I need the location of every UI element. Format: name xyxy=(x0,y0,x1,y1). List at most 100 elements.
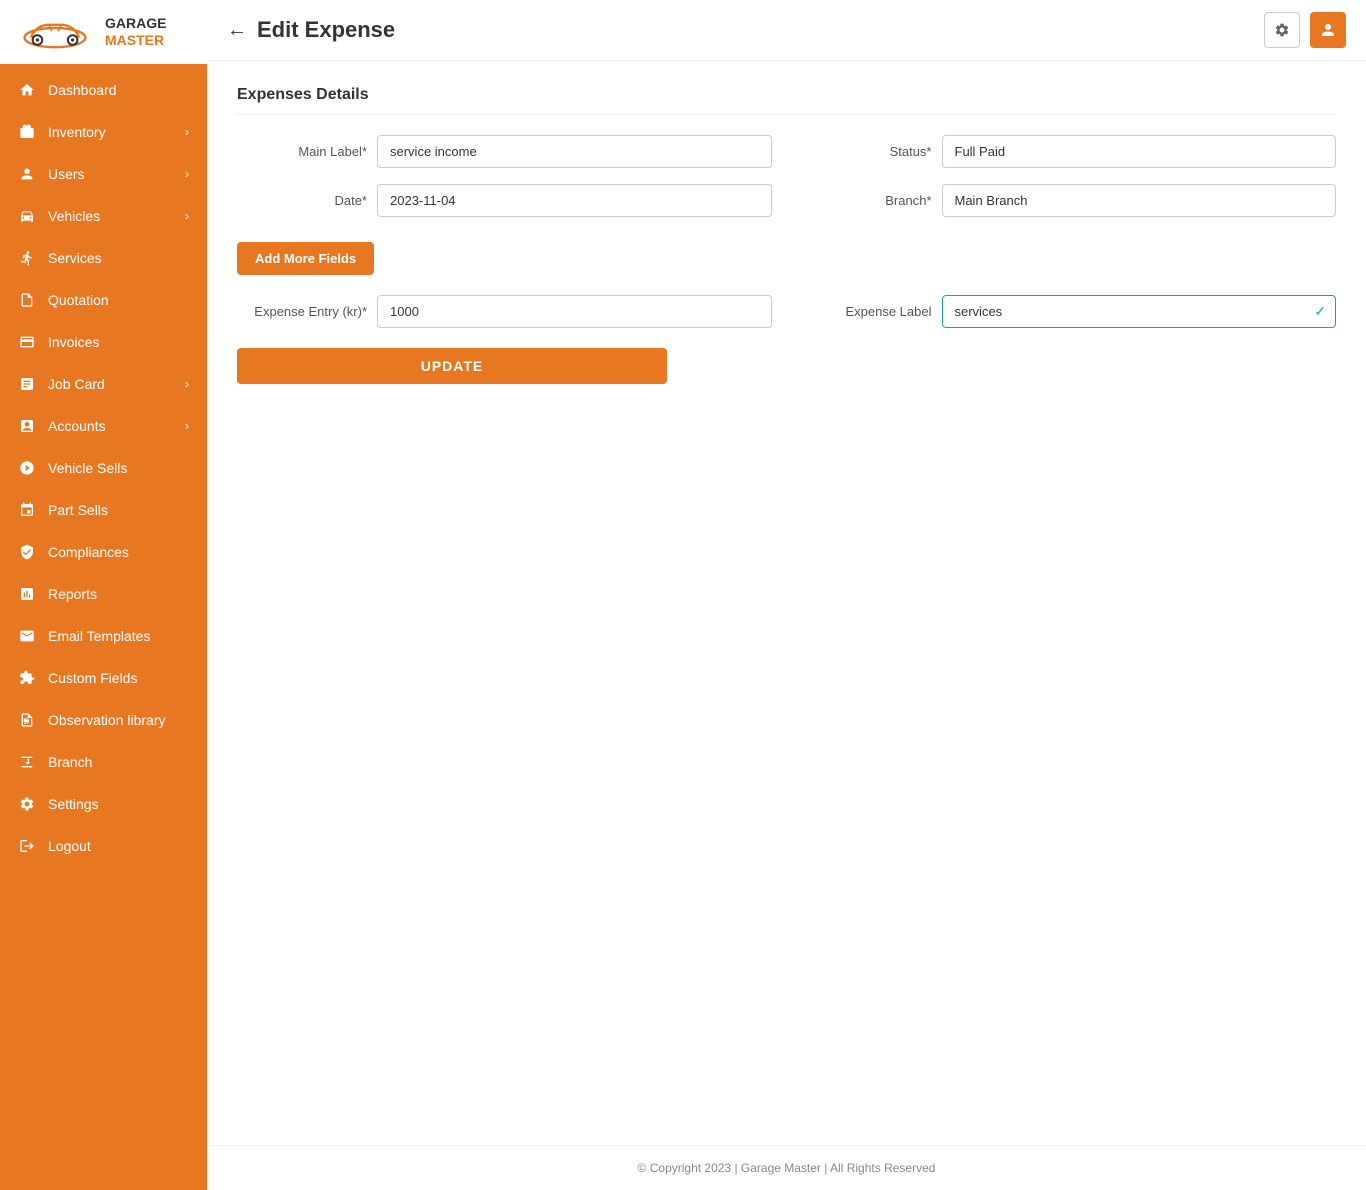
sidebar-item-services[interactable]: Services xyxy=(0,237,207,279)
expense-label-label: Expense Label xyxy=(802,304,932,319)
sidebar-label-email-templates: Email Templates xyxy=(48,628,189,644)
expense-label-select[interactable]: services parts labour other xyxy=(942,295,1337,328)
sidebar-item-email-templates[interactable]: Email Templates xyxy=(0,615,207,657)
sidebar-label-branch: Branch xyxy=(48,754,189,770)
sidebar-item-dashboard[interactable]: Dashboard xyxy=(0,69,207,111)
main-content: ← Edit Expense Expenses Details Main Lab… xyxy=(207,0,1366,1190)
sidebar-label-inventory: Inventory xyxy=(48,124,173,140)
sidebar-item-settings[interactable]: Settings xyxy=(0,783,207,825)
expense-entry-row: Expense Entry (kr)* xyxy=(237,295,772,328)
header-right xyxy=(1264,12,1346,48)
page-header: ← Edit Expense xyxy=(207,0,1366,61)
expense-label-select-wrapper: services parts labour other ✓ xyxy=(942,295,1337,328)
email-icon xyxy=(18,627,36,645)
users-arrow: › xyxy=(185,167,189,181)
footer-text: © Copyright 2023 | Garage Master | All R… xyxy=(638,1161,936,1175)
sidebar-label-compliances: Compliances xyxy=(48,544,189,560)
sidebar-item-reports[interactable]: Reports xyxy=(0,573,207,615)
date-label: Date* xyxy=(237,193,367,208)
branch-input[interactable] xyxy=(942,184,1337,217)
user-icon xyxy=(1319,21,1337,39)
services-icon xyxy=(18,249,36,267)
inventory-icon xyxy=(18,123,36,141)
sidebar-label-vehicles: Vehicles xyxy=(48,208,173,224)
accounts-icon xyxy=(18,417,36,435)
accounts-arrow: › xyxy=(185,419,189,433)
sidebar-label-part-sells: Part Sells xyxy=(48,502,189,518)
expense-section: Expense Entry (kr)* Expense Label servic… xyxy=(237,295,1336,328)
sidebar-label-logout: Logout xyxy=(48,838,189,854)
form-content: Expenses Details Main Label* Status* Dat… xyxy=(207,61,1366,1145)
sidebar-label-custom-fields: Custom Fields xyxy=(48,670,189,686)
main-label-input[interactable] xyxy=(377,135,772,168)
footer: © Copyright 2023 | Garage Master | All R… xyxy=(207,1145,1366,1190)
sidebar-label-users: Users xyxy=(48,166,173,182)
logo-car-icon xyxy=(15,12,95,52)
gear-button[interactable] xyxy=(1264,12,1300,48)
branch-label: Branch* xyxy=(802,193,932,208)
date-input[interactable] xyxy=(377,184,772,217)
logo-text: GARAGE MASTER xyxy=(105,15,166,49)
main-label-label: Main Label* xyxy=(237,144,367,159)
vehicle-sells-icon xyxy=(18,459,36,477)
sidebar-item-quotation[interactable]: Quotation xyxy=(0,279,207,321)
section-title: Expenses Details xyxy=(237,86,1336,115)
sidebar-item-custom-fields[interactable]: Custom Fields xyxy=(0,657,207,699)
reports-icon xyxy=(18,585,36,603)
puzzle-icon xyxy=(18,669,36,687)
sidebar-label-observation-library: Observation library xyxy=(48,712,189,728)
quotation-icon xyxy=(18,291,36,309)
status-input[interactable] xyxy=(942,135,1337,168)
vehicles-icon xyxy=(18,207,36,225)
inventory-arrow: › xyxy=(185,125,189,139)
gear-icon xyxy=(1274,22,1290,38)
sidebar-item-accounts[interactable]: Accounts › xyxy=(0,405,207,447)
add-more-fields-button[interactable]: Add More Fields xyxy=(237,242,374,275)
sidebar-item-users[interactable]: Users › xyxy=(0,153,207,195)
sidebar-label-services: Services xyxy=(48,250,189,266)
branch-row: Branch* xyxy=(802,184,1337,217)
expense-entry-input[interactable] xyxy=(377,295,772,328)
sidebar-item-observation-library[interactable]: Observation library xyxy=(0,699,207,741)
sidebar-label-invoices: Invoices xyxy=(48,334,189,350)
sidebar-item-inventory[interactable]: Inventory › xyxy=(0,111,207,153)
settings-icon xyxy=(18,795,36,813)
sidebar-label-dashboard: Dashboard xyxy=(48,82,189,98)
job-card-arrow: › xyxy=(185,377,189,391)
page-title: Edit Expense xyxy=(257,17,395,43)
sidebar-label-accounts: Accounts xyxy=(48,418,173,434)
sidebar-item-branch[interactable]: Branch xyxy=(0,741,207,783)
branch-icon xyxy=(18,753,36,771)
update-button[interactable]: UPDATE xyxy=(237,348,667,384)
sidebar-item-logout[interactable]: Logout xyxy=(0,825,207,867)
jobcard-icon xyxy=(18,375,36,393)
sidebar-item-invoices[interactable]: Invoices xyxy=(0,321,207,363)
sidebar-label-job-card: Job Card xyxy=(48,376,173,392)
sidebar-label-vehicle-sells: Vehicle Sells xyxy=(48,460,189,476)
sidebar-navigation: Dashboard Inventory › Users › Vehicles › xyxy=(0,64,207,1190)
sidebar-item-compliances[interactable]: Compliances xyxy=(0,531,207,573)
user-button[interactable] xyxy=(1310,12,1346,48)
logo-master: MASTER xyxy=(105,32,166,49)
sidebar-label-reports: Reports xyxy=(48,586,189,602)
sidebar: GARAGE MASTER Dashboard Inventory › User… xyxy=(0,0,207,1190)
expense-label-row: Expense Label services parts labour othe… xyxy=(802,295,1337,328)
date-row: Date* xyxy=(237,184,772,217)
expense-entry-label: Expense Entry (kr)* xyxy=(237,304,367,319)
sidebar-item-vehicles[interactable]: Vehicles › xyxy=(0,195,207,237)
main-label-row: Main Label* xyxy=(237,135,772,168)
observation-icon xyxy=(18,711,36,729)
sidebar-item-job-card[interactable]: Job Card › xyxy=(0,363,207,405)
sidebar-item-part-sells[interactable]: Part Sells xyxy=(0,489,207,531)
users-icon xyxy=(18,165,36,183)
back-button[interactable]: ← xyxy=(227,19,247,42)
sidebar-label-settings: Settings xyxy=(48,796,189,812)
invoices-icon xyxy=(18,333,36,351)
part-sells-icon xyxy=(18,501,36,519)
logout-icon xyxy=(18,837,36,855)
sidebar-item-vehicle-sells[interactable]: Vehicle Sells xyxy=(0,447,207,489)
logo-area: GARAGE MASTER xyxy=(0,0,207,64)
status-row: Status* xyxy=(802,135,1337,168)
status-label: Status* xyxy=(802,144,932,159)
sidebar-label-quotation: Quotation xyxy=(48,292,189,308)
